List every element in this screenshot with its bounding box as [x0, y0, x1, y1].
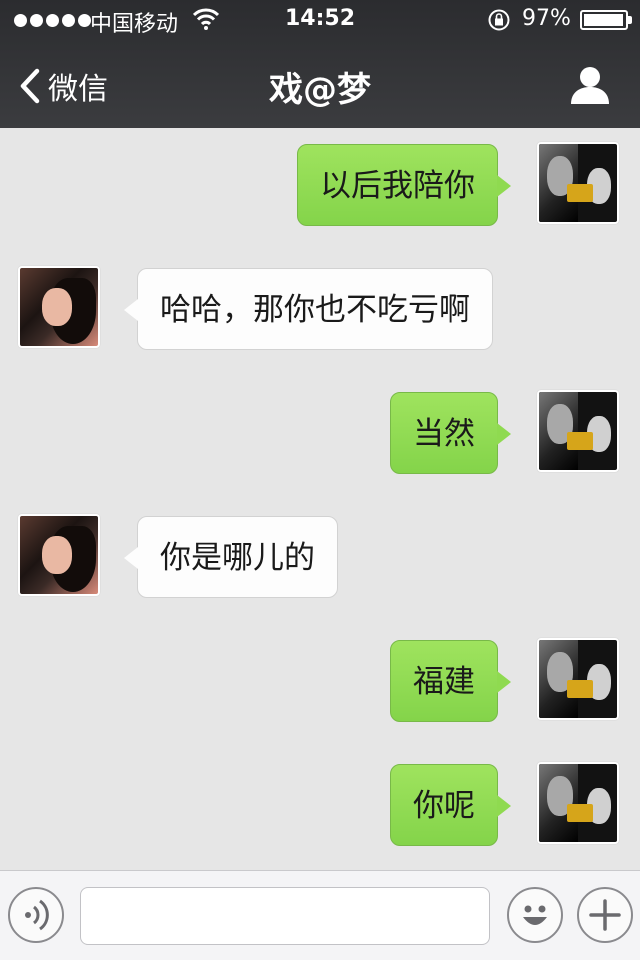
- self-avatar[interactable]: [537, 390, 619, 472]
- message-outgoing[interactable]: 你呢: [390, 764, 511, 846]
- peer-avatar[interactable]: [18, 266, 100, 348]
- self-avatar[interactable]: [537, 638, 619, 720]
- chat-title: 戏@梦: [269, 70, 371, 110]
- rotation-lock-icon: [488, 9, 510, 31]
- input-bar: [0, 870, 640, 960]
- nav-bar: 微信 戏@梦: [0, 40, 640, 128]
- status-bar: 中国移动 14:52 97%: [0, 0, 640, 40]
- person-icon[interactable]: [570, 66, 610, 104]
- message-incoming[interactable]: 哈哈，那你也不吃亏啊: [124, 268, 493, 350]
- battery-icon: [580, 10, 632, 30]
- message-input[interactable]: [80, 887, 490, 945]
- plus-icon: [589, 899, 621, 931]
- voice-button[interactable]: [8, 887, 64, 943]
- battery-percent: 97%: [522, 6, 571, 31]
- message-text: 当然: [413, 416, 475, 452]
- message-text: 哈哈，那你也不吃亏啊: [160, 292, 470, 328]
- chat-area[interactable]: 以后我陪你 哈哈，那你也不吃亏啊 当然 你是哪儿的 福建 你呢: [0, 128, 640, 870]
- message-text: 以后我陪你: [320, 168, 475, 204]
- more-button[interactable]: [577, 887, 633, 943]
- message-outgoing[interactable]: 当然: [390, 392, 511, 474]
- emoji-button[interactable]: [507, 887, 563, 943]
- message-incoming[interactable]: 你是哪儿的: [124, 516, 338, 598]
- self-avatar[interactable]: [537, 142, 619, 224]
- voice-icon: [25, 899, 49, 931]
- message-text: 你是哪儿的: [160, 540, 315, 576]
- message-outgoing[interactable]: 福建: [390, 640, 511, 722]
- message-text: 福建: [413, 664, 475, 700]
- emoji-icon: [523, 905, 547, 925]
- self-avatar[interactable]: [537, 762, 619, 844]
- header: 中国移动 14:52 97% 微信 戏@梦: [0, 0, 640, 128]
- message-outgoing[interactable]: 以后我陪你: [297, 144, 511, 226]
- message-text: 你呢: [413, 788, 475, 824]
- peer-avatar[interactable]: [18, 514, 100, 596]
